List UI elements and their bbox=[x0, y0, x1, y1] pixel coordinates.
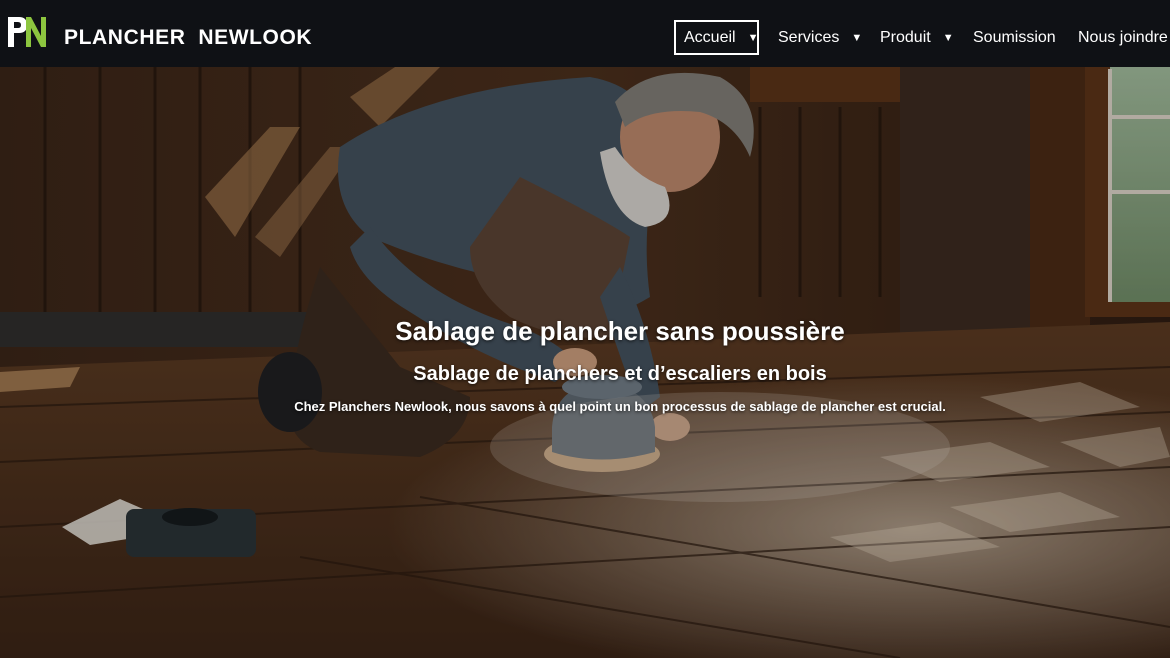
site-header: PLANCHER NEWLOOK Accueil ▼ Services ▼ Pr… bbox=[0, 0, 1170, 67]
nav-label: Services bbox=[778, 28, 840, 46]
brand-name[interactable]: PLANCHER NEWLOOK bbox=[64, 26, 312, 50]
nav-label: Produit bbox=[880, 28, 931, 46]
nav-label: Nous joindre bbox=[1078, 28, 1168, 46]
hero-subtitle: Sablage de planchers et d’escaliers en b… bbox=[413, 363, 827, 385]
chevron-down-icon: ▼ bbox=[851, 31, 863, 44]
hero-title: Sablage de plancher sans poussière bbox=[395, 316, 845, 346]
nav-label: Accueil bbox=[684, 28, 736, 46]
nav-item-services[interactable]: Services ▼ bbox=[778, 20, 862, 55]
nav-label: Soumission bbox=[973, 28, 1056, 46]
chevron-down-icon: ▼ bbox=[747, 31, 759, 44]
hero-banner: Sablage de plancher sans poussière Sabla… bbox=[0, 67, 1170, 658]
chevron-down-icon: ▼ bbox=[942, 31, 954, 44]
hero-description: Chez Planchers Newlook, nous savons à qu… bbox=[294, 399, 946, 414]
brand-logo-icon[interactable] bbox=[6, 15, 48, 49]
nav-item-produit[interactable]: Produit ▼ bbox=[880, 20, 954, 55]
nav-item-accueil[interactable]: Accueil ▼ bbox=[674, 20, 759, 55]
nav-item-soumission[interactable]: Soumission bbox=[973, 20, 1056, 55]
nav-item-nous-joindre[interactable]: Nous joindre bbox=[1078, 20, 1168, 55]
